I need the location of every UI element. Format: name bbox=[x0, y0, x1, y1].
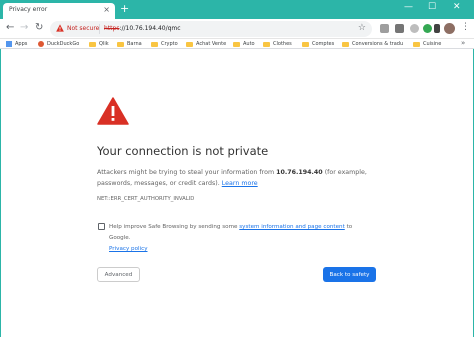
back-button[interactable]: ← bbox=[6, 22, 14, 33]
bookmark-label: Achat Vente bbox=[196, 41, 227, 47]
bookmark-label: Crypto bbox=[161, 41, 178, 47]
description-prefix: Attackers might be trying to steal your … bbox=[97, 169, 277, 176]
extension-3-icon[interactable] bbox=[410, 24, 419, 33]
extension-2-icon[interactable] bbox=[395, 24, 404, 33]
duckduckgo-icon bbox=[38, 41, 44, 47]
bookmark-label: Qlik bbox=[99, 41, 109, 47]
bookmark-folder-conversions[interactable]: Conversions & tradu bbox=[342, 40, 403, 48]
maximize-button[interactable]: ☐ bbox=[428, 2, 436, 12]
safe-browsing-text: Help improve Safe Browsing by sending so… bbox=[109, 222, 369, 255]
safe-browsing-prefix: Help improve Safe Browsing by sending so… bbox=[109, 224, 240, 230]
bookmark-folder-achat-vente[interactable]: Achat Vente bbox=[186, 40, 226, 48]
close-window-button[interactable]: ✕ bbox=[453, 2, 461, 12]
bookmark-label: Barna bbox=[127, 41, 142, 47]
bookmark-apps[interactable]: Apps bbox=[6, 40, 27, 48]
bookmark-folder-barna[interactable]: Barna bbox=[117, 40, 142, 48]
bookmark-star-icon[interactable]: ☆ bbox=[358, 23, 366, 33]
system-info-link[interactable]: system information and page content bbox=[239, 224, 345, 230]
extension-1-icon[interactable] bbox=[380, 24, 389, 33]
minimize-button[interactable]: — bbox=[404, 2, 413, 12]
close-tab-icon[interactable]: × bbox=[103, 5, 110, 14]
back-to-safety-button[interactable]: Back to safety bbox=[323, 267, 376, 282]
bookmark-label: DuckDuckGo bbox=[47, 41, 80, 47]
folder-icon bbox=[186, 41, 193, 47]
address-bar[interactable]: Not secure https://10.76.194.40/qmc ☆ bbox=[50, 21, 372, 37]
bookmark-label: Auto bbox=[243, 41, 255, 47]
bookmark-folder-crypto[interactable]: Crypto bbox=[151, 40, 178, 48]
profile-avatar[interactable] bbox=[444, 23, 455, 34]
url-text[interactable]: https://10.76.194.40/qmc bbox=[104, 25, 181, 32]
warning-triangle-icon bbox=[97, 97, 129, 125]
bookmark-folder-clothes[interactable]: Clothes bbox=[263, 40, 292, 48]
folder-icon bbox=[151, 41, 158, 47]
bookmark-folder-qlik[interactable]: Qlik bbox=[89, 40, 109, 48]
not-secure-warning-icon[interactable] bbox=[56, 24, 64, 32]
folder-icon bbox=[117, 41, 124, 47]
folder-icon bbox=[413, 41, 420, 47]
folder-icon bbox=[342, 41, 349, 47]
not-secure-label[interactable]: Not secure bbox=[67, 25, 99, 32]
advanced-button[interactable]: Advanced bbox=[97, 267, 140, 282]
bookmark-folder-auto[interactable]: Auto bbox=[233, 40, 255, 48]
folder-icon bbox=[89, 41, 96, 47]
bookmark-folder-comptes[interactable]: Comptes bbox=[302, 40, 334, 48]
host-name: 10.76.194.40 bbox=[276, 169, 323, 176]
bookmark-label: Clothes bbox=[273, 41, 292, 47]
window-frame-left bbox=[0, 49, 1, 337]
url-scheme: https bbox=[104, 25, 120, 32]
tab-title: Privacy error bbox=[9, 6, 48, 13]
omnibox-divider bbox=[99, 24, 100, 34]
safe-browsing-checkbox[interactable] bbox=[98, 223, 105, 230]
extension-5-icon[interactable] bbox=[434, 24, 440, 33]
url-host-path: ://10.76.194.40/qmc bbox=[119, 25, 181, 32]
folder-icon bbox=[302, 41, 309, 47]
folder-icon bbox=[233, 41, 240, 47]
new-tab-button[interactable]: + bbox=[120, 2, 129, 15]
page-title: Your connection is not private bbox=[97, 144, 269, 158]
forward-button[interactable]: → bbox=[20, 22, 28, 33]
bookmark-label: Comptes bbox=[312, 41, 335, 47]
title-bar: Privacy error × + — ☐ ✕ bbox=[0, 0, 474, 19]
more-bookmarks-icon[interactable]: » bbox=[461, 39, 465, 47]
error-code[interactable]: NET::ERR_CERT_AUTHORITY_INVALID bbox=[97, 196, 194, 202]
bookmark-label: Cuisine bbox=[423, 41, 442, 47]
extension-4-icon[interactable] bbox=[423, 24, 432, 33]
bookmark-label: Conversions & tradu bbox=[352, 41, 404, 47]
learn-more-link[interactable]: Learn more bbox=[222, 180, 258, 187]
bookmark-duckduckgo[interactable]: DuckDuckGo bbox=[38, 40, 79, 48]
bookmarks-bar: Apps DuckDuckGo Qlik Barna Crypto Achat … bbox=[0, 39, 474, 49]
apps-grid-icon bbox=[6, 41, 12, 47]
browser-menu-icon[interactable]: ⋮ bbox=[461, 22, 470, 32]
folder-icon bbox=[263, 41, 270, 47]
toolbar: ← → ↻ Not secure https://10.76.194.40/qm… bbox=[0, 19, 474, 39]
bookmark-folder-cuisine[interactable]: Cuisine bbox=[413, 40, 441, 48]
bookmark-label: Apps bbox=[15, 41, 28, 47]
tab-privacy-error[interactable]: Privacy error × bbox=[3, 3, 115, 19]
warning-description: Attackers might be trying to steal your … bbox=[97, 167, 382, 189]
privacy-policy-link[interactable]: Privacy policy bbox=[109, 246, 148, 252]
reload-button[interactable]: ↻ bbox=[35, 22, 43, 33]
